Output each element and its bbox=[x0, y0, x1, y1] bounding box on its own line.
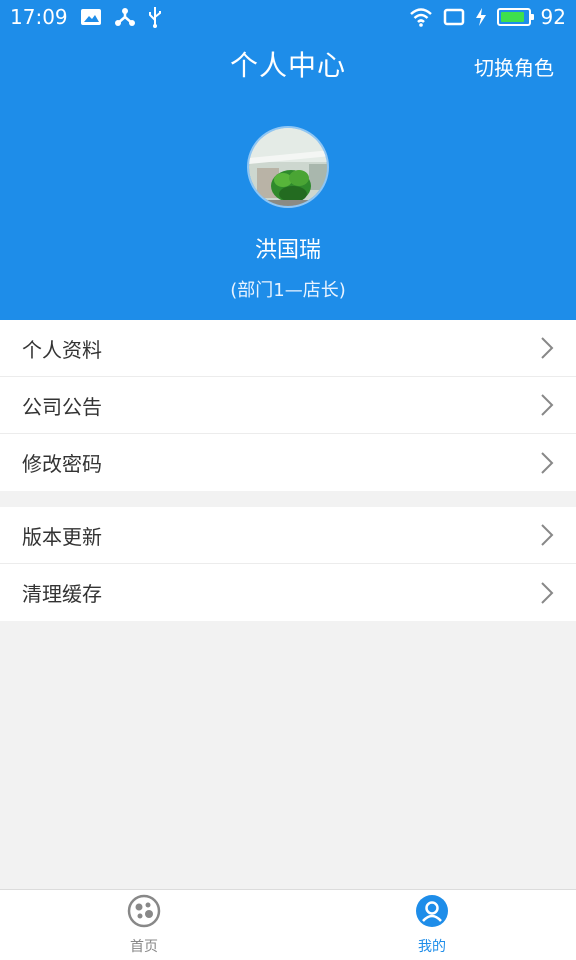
chevron-right-icon bbox=[540, 393, 554, 417]
status-time: 17:09 bbox=[10, 5, 68, 29]
screen-icon bbox=[443, 8, 465, 26]
tab-label: 我的 bbox=[418, 939, 446, 955]
battery-fill bbox=[500, 12, 525, 22]
menu-item-label: 版本更新 bbox=[22, 524, 102, 549]
tab-home[interactable]: 首页 bbox=[0, 890, 288, 960]
menu-group-system: 版本更新 清理缓存 bbox=[0, 507, 576, 621]
menu-item-announcements[interactable]: 公司公告 bbox=[0, 377, 576, 434]
user-department: (部门1—店长) bbox=[230, 280, 346, 301]
menu-item-clear-cache[interactable]: 清理缓存 bbox=[0, 564, 576, 621]
chevron-right-icon bbox=[540, 336, 554, 360]
user-name: 洪国瑞 bbox=[254, 238, 321, 263]
battery-icon bbox=[496, 8, 534, 26]
chevron-right-icon bbox=[540, 581, 554, 605]
menu-item-label: 公司公告 bbox=[22, 394, 102, 419]
profile-header: 17:09 92 个人中心 切换角色 洪国瑞 (部门1—店长) bbox=[0, 0, 576, 320]
wifi-icon bbox=[409, 7, 433, 27]
menu-item-label: 个人资料 bbox=[22, 337, 102, 362]
status-bar: 17:09 92 bbox=[0, 0, 576, 34]
tab-label: 首页 bbox=[130, 939, 158, 955]
menu-item-change-password[interactable]: 修改密码 bbox=[0, 434, 576, 491]
menu-item-profile[interactable]: 个人资料 bbox=[0, 320, 576, 377]
tether-icon bbox=[114, 7, 136, 27]
menu-group-account: 个人资料 公司公告 修改密码 bbox=[0, 320, 576, 491]
battery-level: 92 bbox=[540, 5, 566, 29]
avatar[interactable] bbox=[247, 126, 329, 208]
tab-mine[interactable]: 我的 bbox=[288, 890, 576, 960]
chevron-right-icon bbox=[540, 523, 554, 547]
profile-icon bbox=[415, 894, 449, 932]
menu-item-label: 清理缓存 bbox=[22, 582, 102, 606]
charging-icon bbox=[475, 7, 487, 27]
menu-item-version-update[interactable]: 版本更新 bbox=[0, 507, 576, 564]
bottom-tab-bar: 首页 我的 bbox=[0, 889, 576, 960]
image-icon bbox=[80, 8, 102, 26]
chevron-right-icon bbox=[540, 451, 554, 475]
usb-icon bbox=[148, 6, 162, 28]
menu-item-label: 修改密码 bbox=[22, 452, 102, 476]
home-icon bbox=[127, 894, 161, 932]
switch-role-button[interactable]: 切换角色 bbox=[474, 52, 554, 81]
